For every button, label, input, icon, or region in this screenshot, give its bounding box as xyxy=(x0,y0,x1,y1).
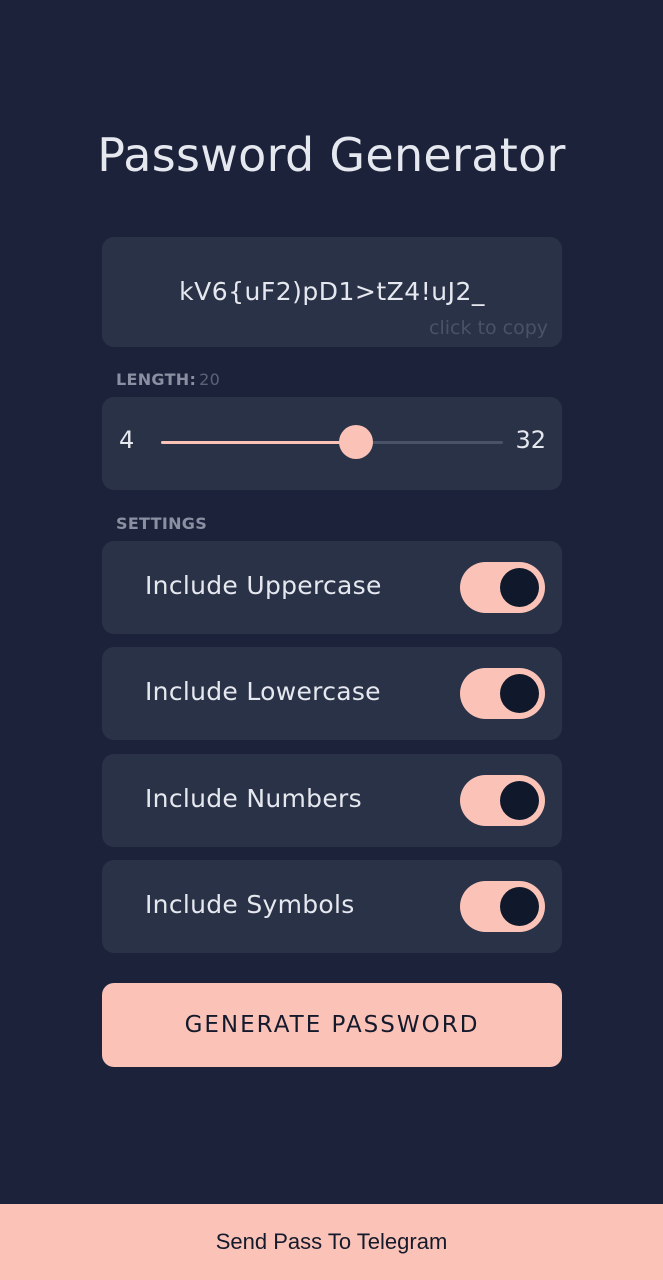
password-value: kV6{uF2)pD1>tZ4!uJ2_ xyxy=(179,277,485,306)
length-min: 4 xyxy=(119,426,135,454)
length-label-text: LENGTH: xyxy=(116,370,197,389)
password-display[interactable]: kV6{uF2)pD1>tZ4!uJ2_ click to copy xyxy=(102,237,562,347)
length-card: 4 32 xyxy=(102,397,562,490)
length-value: 20 xyxy=(199,370,221,389)
numbers-toggle[interactable] xyxy=(460,775,545,826)
toggle-knob xyxy=(500,568,539,607)
lowercase-toggle[interactable] xyxy=(460,668,545,719)
length-label: LENGTH: 20 xyxy=(116,370,220,389)
toggle-knob xyxy=(500,887,539,926)
generate-password-button[interactable]: GENERATE PASSWORD xyxy=(102,983,562,1067)
symbols-toggle[interactable] xyxy=(460,881,545,932)
setting-lowercase: Include Lowercase xyxy=(102,647,562,740)
toggle-knob xyxy=(500,674,539,713)
slider-thumb[interactable] xyxy=(338,425,373,459)
slider-fill xyxy=(161,441,356,444)
length-slider[interactable] xyxy=(161,425,503,459)
setting-symbols: Include Symbols xyxy=(102,860,562,953)
setting-label: Include Numbers xyxy=(145,784,362,813)
setting-uppercase: Include Uppercase xyxy=(102,541,562,634)
setting-label: Include Symbols xyxy=(145,890,355,919)
page-title: Password Generator xyxy=(97,128,566,182)
setting-label: Include Lowercase xyxy=(145,677,381,706)
settings-label: SETTINGS xyxy=(116,514,208,533)
uppercase-toggle[interactable] xyxy=(460,562,545,613)
setting-numbers: Include Numbers xyxy=(102,754,562,847)
send-to-telegram-button[interactable]: Send Pass To Telegram xyxy=(0,1204,663,1280)
copy-hint: click to copy xyxy=(429,317,548,339)
setting-label: Include Uppercase xyxy=(145,571,382,600)
length-max: 32 xyxy=(515,426,546,454)
app-root: Password Generator kV6{uF2)pD1>tZ4!uJ2_ … xyxy=(0,0,663,1280)
toggle-knob xyxy=(500,781,539,820)
